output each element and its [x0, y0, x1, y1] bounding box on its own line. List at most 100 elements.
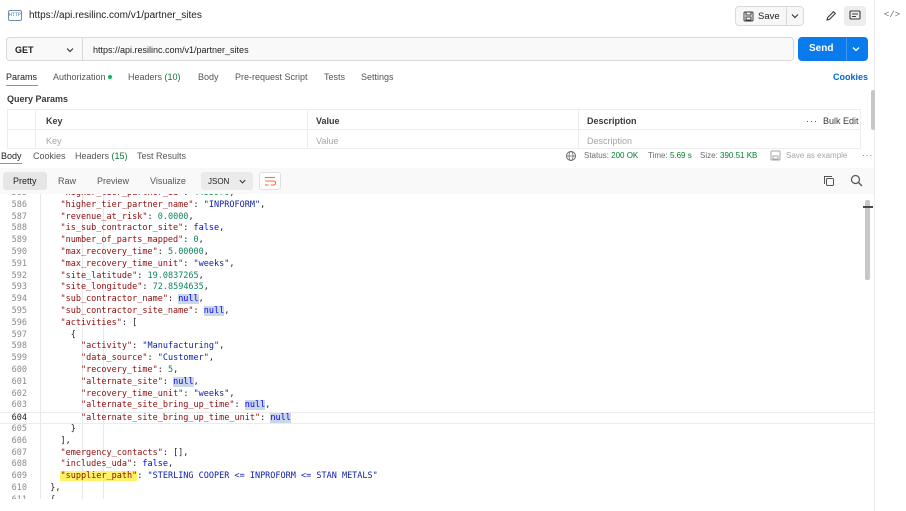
- send-button[interactable]: Send: [798, 37, 868, 61]
- response-body-viewer[interactable]: 585"higher_tier_partner_id": 4433976,586…: [0, 194, 874, 499]
- tab-authorization[interactable]: Authorization: [53, 72, 112, 82]
- tab-response-body[interactable]: Body: [1, 151, 22, 161]
- code-line[interactable]: 588 "is_sub_contractor_site": false,: [0, 223, 874, 235]
- code-snippet-icon[interactable]: </>: [884, 10, 900, 20]
- line-number: 608: [11, 459, 27, 470]
- code-token: ,: [173, 365, 179, 375]
- tab-settings[interactable]: Settings: [361, 72, 394, 82]
- time-value: 5.69 s: [669, 151, 692, 160]
- code-token: null: [244, 400, 266, 411]
- view-pretty[interactable]: Pretty: [3, 172, 47, 190]
- line-number: 605: [11, 424, 27, 434]
- request-title[interactable]: https://api.resilinc.com/v1/partner_site…: [29, 10, 202, 21]
- tab-body[interactable]: Body: [198, 72, 219, 82]
- url-input[interactable]: https://api.resilinc.com/v1/partner_site…: [82, 37, 794, 61]
- code-token: ,: [203, 282, 209, 293]
- time-info[interactable]: Time: 5.69 s: [648, 151, 692, 160]
- tab-response-cookies[interactable]: Cookies: [33, 151, 66, 161]
- tab-headers[interactable]: Headers (10): [128, 72, 181, 82]
- search-icon[interactable]: [850, 174, 863, 187]
- code-token: "activities": [60, 317, 122, 328]
- code-line[interactable]: 598 "activity": "Manufacturing",: [0, 341, 874, 353]
- code-line[interactable]: 603 "alternate_site_bring_up_time": null,: [0, 400, 874, 412]
- code-line[interactable]: 587 "revenue_at_risk": 0.0000,: [0, 212, 874, 224]
- status-label: Status:: [584, 151, 609, 160]
- code-line[interactable]: 610},: [0, 483, 874, 495]
- code-line[interactable]: 604 "alternate_site_bring_up_time_unit": …: [0, 412, 874, 424]
- request-pane-scrollbar[interactable]: [871, 90, 875, 130]
- tab-pre-request-script[interactable]: Pre-request Script: [235, 72, 308, 82]
- code-line[interactable]: 594 "sub_contractor_name": null,: [0, 294, 874, 306]
- code-token: :: [132, 459, 143, 470]
- code-line[interactable]: 602 "recovery_time_unit": "weeks",: [0, 389, 874, 401]
- code-token: "emergency_contacts": [60, 447, 163, 458]
- code-line[interactable]: 609 "supplier_path": "STERLING COOPER <= …: [0, 471, 874, 483]
- bulk-edit-button[interactable]: ··· Bulk Edit: [806, 116, 859, 126]
- view-raw[interactable]: Raw: [48, 172, 86, 190]
- tab-response-headers-count: (15): [111, 151, 128, 161]
- tab-params[interactable]: Params: [6, 72, 37, 82]
- save-as-example-button[interactable]: Save as example: [786, 151, 847, 160]
- code-token: 0.0000: [157, 211, 189, 222]
- code-line[interactable]: 608 "includes_uda": false,: [0, 459, 874, 471]
- code-token: "Manufacturing": [142, 341, 220, 352]
- code-token: 72.8594635: [152, 282, 204, 293]
- line-number: 598: [11, 341, 27, 352]
- copy-icon[interactable]: [823, 175, 835, 187]
- code-line[interactable]: 601 "alternate_site": null,: [0, 376, 874, 389]
- tab-response-headers[interactable]: Headers (15): [75, 151, 128, 161]
- code-token: ,: [224, 306, 230, 316]
- line-number: 595: [11, 306, 27, 316]
- method-select[interactable]: GET: [6, 37, 82, 61]
- code-token: },: [50, 483, 61, 493]
- code-line[interactable]: 586 "higher_tier_partner_name": "INPROFOR…: [0, 200, 874, 212]
- code-line[interactable]: 591 "max_recovery_time_unit": "weeks",: [0, 259, 874, 271]
- code-token: "weeks": [193, 388, 230, 399]
- view-preview[interactable]: Preview: [87, 172, 139, 190]
- code-token: ,: [198, 270, 204, 281]
- save-button[interactable]: Save: [735, 6, 804, 26]
- code-token: false: [193, 223, 220, 234]
- wrap-lines-button[interactable]: [259, 172, 281, 190]
- cookies-link[interactable]: Cookies: [833, 72, 868, 82]
- tab-tests[interactable]: Tests: [324, 72, 345, 82]
- code-line[interactable]: 599 "data_source": "Customer",: [0, 353, 874, 365]
- response-scrollbar[interactable]: [865, 200, 870, 280]
- code-text: "max_recovery_time": 5.00000,: [60, 247, 208, 259]
- code-line[interactable]: 600 "recovery_time": 5,: [0, 365, 874, 377]
- code-line[interactable]: 611 {: [0, 495, 874, 499]
- code-line[interactable]: 596 "activities": [: [0, 318, 874, 330]
- code-text: "activity": "Manufacturing",: [81, 341, 224, 353]
- save-divider: [786, 7, 787, 25]
- chevron-down-icon[interactable]: [851, 44, 861, 54]
- code-line[interactable]: 597 {: [0, 330, 874, 342]
- tab-test-results[interactable]: Test Results: [137, 151, 186, 161]
- code-text: "recovery_time_unit": "weeks",: [81, 389, 235, 401]
- column-divider: [307, 110, 308, 148]
- code-token: :: [157, 365, 168, 375]
- code-line[interactable]: 592 "site_latitude": 19.0837265,: [0, 271, 874, 283]
- globe-icon[interactable]: [565, 150, 577, 162]
- code-line[interactable]: 593 "site_longitude": 72.8594635,: [0, 282, 874, 294]
- code-token: ,: [188, 211, 194, 222]
- key-input[interactable]: Key: [46, 136, 62, 146]
- status-info[interactable]: Status: 200 OK: [584, 151, 638, 160]
- code-line[interactable]: 605}: [0, 424, 874, 436]
- format-select[interactable]: JSON: [201, 172, 253, 190]
- code-line[interactable]: 595 "sub_contractor_site_name": null,: [0, 306, 874, 318]
- code-line[interactable]: 589 "number_of_parts_mapped": 0,: [0, 235, 874, 247]
- chevron-down-icon[interactable]: [790, 11, 800, 21]
- edit-button[interactable]: [820, 6, 842, 26]
- code-token: "sub_contractor_site_name": [60, 306, 194, 316]
- code-line[interactable]: 606],: [0, 436, 874, 448]
- value-input[interactable]: Value: [316, 136, 338, 146]
- description-input[interactable]: Description: [587, 136, 632, 146]
- code-line[interactable]: 607 "emergency_contacts": [],: [0, 448, 874, 460]
- code-token: false: [142, 459, 168, 470]
- more-options-icon[interactable]: ···: [862, 151, 873, 160]
- comments-button[interactable]: [844, 6, 866, 26]
- code-line[interactable]: 590 "max_recovery_time": 5.00000,: [0, 247, 874, 259]
- view-visualize[interactable]: Visualize: [140, 172, 196, 190]
- size-info[interactable]: Size: 390.51 KB: [700, 151, 757, 160]
- more-options-icon[interactable]: ···: [806, 116, 818, 126]
